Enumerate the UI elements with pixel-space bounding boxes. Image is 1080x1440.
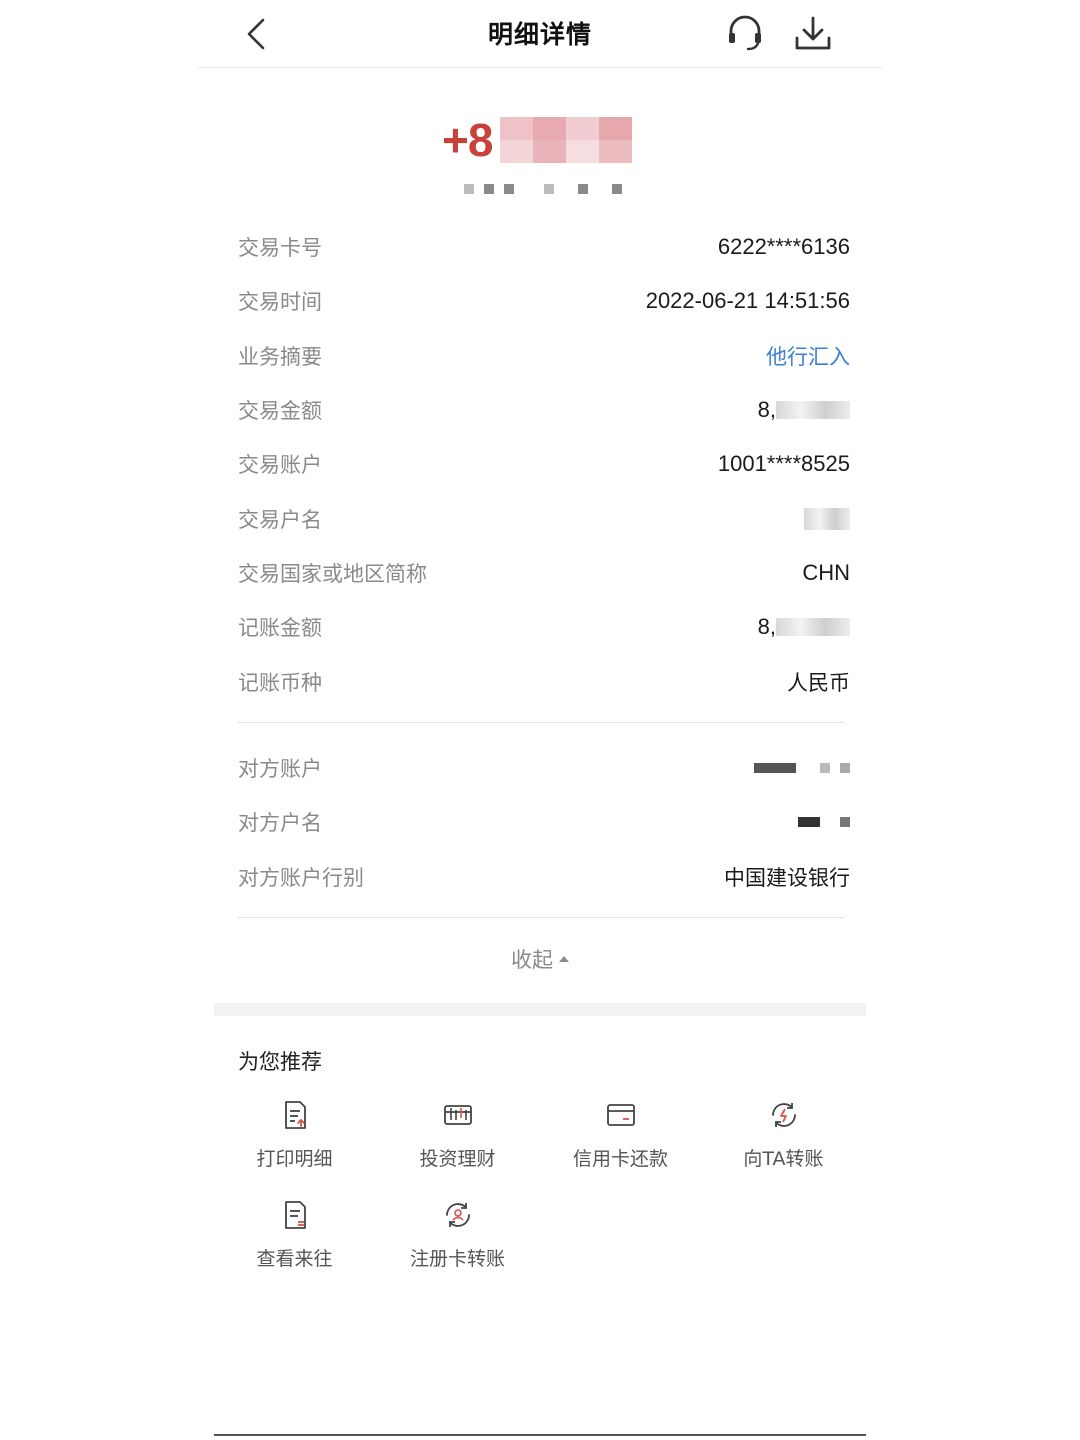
collapse-label: 收起 (511, 948, 553, 972)
detail-value: 人民币 (787, 670, 850, 695)
detail-row-time: 交易时间 2022-06-21 14:51:56 (238, 274, 850, 328)
home-indicator-line (214, 1434, 866, 1436)
detail-list: 交易卡号 6222****6136 交易时间 2022-06-21 14:51:… (238, 220, 850, 709)
credit-card-icon (606, 1104, 635, 1126)
recommend-credit-card-repay[interactable]: 信用卡还款 (539, 1098, 702, 1171)
headset-icon[interactable] (724, 12, 766, 54)
detail-label: 对方账户行别 (238, 865, 364, 890)
detail-label: 业务摘要 (238, 344, 322, 369)
business-summary-link[interactable]: 他行汇入 (766, 341, 850, 371)
page-title: 明细详情 (487, 20, 592, 49)
history-icon (284, 1201, 306, 1229)
recommend-registered-card-transfer[interactable]: 注册卡转账 (376, 1198, 539, 1271)
detail-value: 中国建设银行 (724, 865, 850, 890)
detail-label: 交易时间 (238, 290, 322, 315)
recommend-label: 投资理财 (419, 1148, 496, 1170)
detail-label: 交易卡号 (238, 236, 322, 261)
detail-row-account: 交易账户 1001****8525 (238, 437, 850, 491)
divider (238, 722, 844, 723)
caret-up-icon (559, 956, 569, 962)
recommend-label: 向TA转账 (743, 1148, 824, 1170)
detail-label: 记账币种 (238, 670, 322, 695)
recommend-label: 查看来往 (256, 1248, 333, 1270)
redacted-value (798, 817, 850, 828)
detail-label: 记账金额 (238, 616, 322, 641)
detail-value: 8, (757, 397, 776, 423)
detail-label: 交易账户 (238, 453, 322, 478)
transfer-icon (771, 1103, 796, 1127)
nav-bar: 明细详情 (198, 0, 882, 68)
detail-row-currency: 记账币种 人民币 (238, 654, 850, 708)
recommend-transfer-to-ta[interactable]: 向TA转账 (702, 1098, 865, 1171)
amount-prefix: +8 (442, 114, 493, 166)
detail-screen: 明细详情 +8 交易卡号 6222****6136 交易时间 2022-06-2… (198, 0, 882, 1440)
redacted-value (776, 618, 850, 637)
detail-row-card-number: 交易卡号 6222****6136 (238, 220, 850, 274)
detail-label: 交易户名 (238, 507, 322, 532)
detail-label: 对方户名 (238, 811, 322, 836)
counterparty-list: 对方账户 对方户名 对方账户行别 中国建设银行 (238, 741, 850, 904)
detail-row-counterparty-bank: 对方账户行别 中国建设银行 (238, 850, 850, 904)
detail-value: 2022-06-21 14:51:56 (645, 288, 850, 314)
recommend-investment[interactable]: 投资理财 (376, 1098, 539, 1171)
recommend-label: 信用卡还款 (572, 1148, 668, 1170)
investment-icon (443, 1105, 472, 1125)
detail-row-country: 交易国家或地区简称 CHN (238, 546, 850, 600)
detail-row-account-name: 交易户名 (238, 491, 850, 545)
recommend-title: 为您推荐 (238, 1050, 322, 1074)
recommend-label: 注册卡转账 (409, 1248, 505, 1270)
print-statement-icon (284, 1101, 306, 1129)
redacted-value (776, 401, 850, 420)
detail-row-counterparty-account: 对方账户 (238, 741, 850, 795)
transaction-amount: +8 (442, 112, 633, 168)
redacted-amount (500, 117, 633, 163)
recommend-print-statement[interactable]: 打印明细 (213, 1098, 376, 1171)
detail-row-booked-amount: 记账金额 8, (238, 600, 850, 654)
registered-card-transfer-icon (445, 1203, 470, 1227)
detail-row-counterparty-name: 对方户名 (238, 795, 850, 849)
detail-label: 交易金额 (238, 399, 322, 424)
redacted-value (754, 763, 850, 774)
recommend-view-history[interactable]: 查看来往 (213, 1198, 376, 1271)
detail-label: 对方账户 (238, 757, 322, 782)
detail-value: 1001****8525 (717, 451, 850, 477)
detail-value: CHN (802, 559, 850, 585)
detail-label: 交易国家或地区简称 (238, 561, 427, 586)
download-icon[interactable] (792, 12, 834, 54)
redacted-value (804, 507, 850, 530)
section-separator (214, 1003, 866, 1016)
divider (238, 917, 844, 918)
detail-row-amount: 交易金额 8, (238, 383, 850, 437)
redacted-subtitle (464, 184, 622, 194)
collapse-toggle[interactable]: 收起 (198, 944, 882, 974)
detail-row-summary: 业务摘要 他行汇入 (238, 329, 850, 383)
detail-value: 6222****6136 (717, 234, 850, 260)
detail-value: 8, (757, 614, 776, 640)
recommend-label: 打印明细 (256, 1148, 333, 1170)
